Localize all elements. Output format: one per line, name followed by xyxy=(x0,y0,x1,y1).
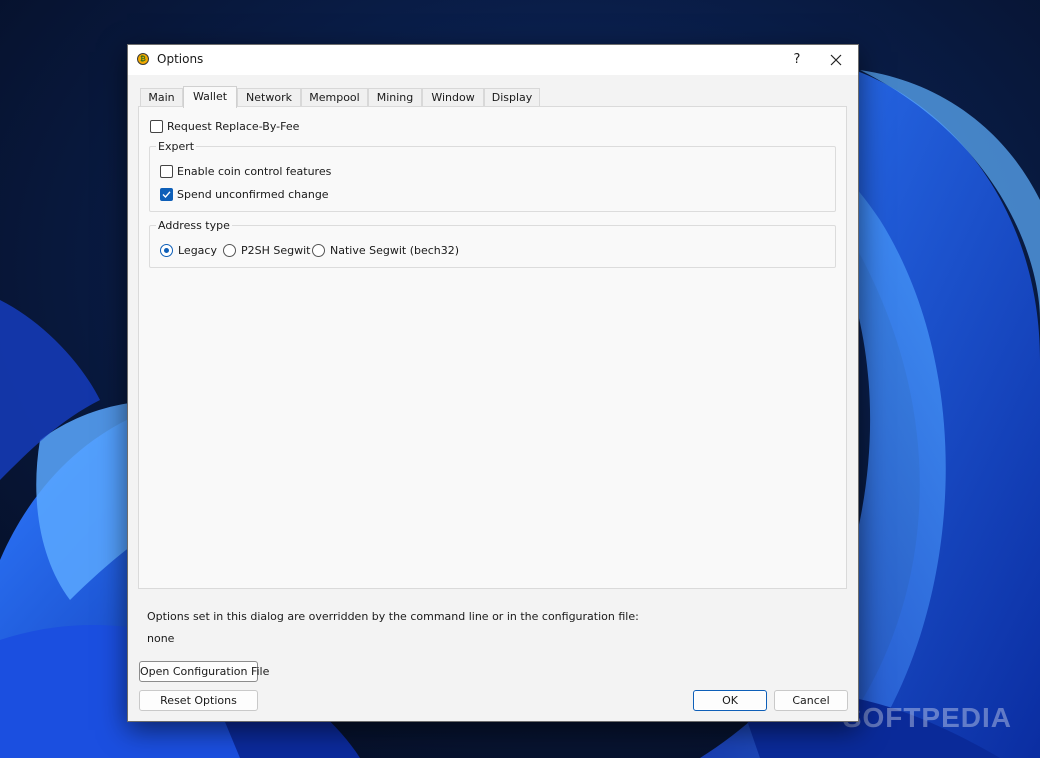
rbf-checkbox[interactable] xyxy=(150,120,163,133)
window-title: Options xyxy=(157,52,204,66)
tab-window[interactable]: Window xyxy=(422,88,484,107)
radio-legacy-label[interactable]: Legacy xyxy=(178,244,217,257)
spend-unconfirmed-checkbox[interactable] xyxy=(160,188,173,201)
rbf-label[interactable]: Request Replace-By-Fee xyxy=(167,120,299,133)
ok-button[interactable]: OK xyxy=(693,690,767,711)
override-value: none xyxy=(147,632,175,645)
tab-display[interactable]: Display xyxy=(484,88,540,107)
tab-network[interactable]: Network xyxy=(237,88,301,107)
checkmark-icon xyxy=(162,191,171,199)
radio-legacy[interactable] xyxy=(160,244,173,257)
tab-mining[interactable]: Mining xyxy=(368,88,422,107)
wallet-tab-page: Request Replace-By-Fee Expert Enable coi… xyxy=(138,106,847,589)
override-info-text: Options set in this dialog are overridde… xyxy=(147,610,639,623)
title-bar: ₿ Options ? xyxy=(128,45,858,75)
bitcoin-coin-icon: ₿ xyxy=(137,53,149,65)
tab-mempool[interactable]: Mempool xyxy=(301,88,368,107)
expert-group xyxy=(149,146,836,212)
open-configuration-file-button[interactable]: Open Configuration File xyxy=(139,661,269,682)
tab-main[interactable]: Main xyxy=(140,88,183,107)
close-button[interactable] xyxy=(820,45,852,75)
close-icon xyxy=(830,54,842,66)
address-type-group-title: Address type xyxy=(156,219,232,232)
cancel-button[interactable]: Cancel xyxy=(774,690,848,711)
options-dialog: ₿ Options ? Main Wallet Network Mempool … xyxy=(127,44,859,722)
help-button[interactable]: ? xyxy=(782,45,812,75)
radio-native-segwit-label[interactable]: Native Segwit (bech32) xyxy=(330,244,459,257)
expert-group-title: Expert xyxy=(156,140,197,153)
radio-p2sh-segwit[interactable] xyxy=(223,244,236,257)
coin-control-label[interactable]: Enable coin control features xyxy=(177,165,331,178)
spend-unconfirmed-label[interactable]: Spend unconfirmed change xyxy=(177,188,329,201)
radio-p2sh-segwit-label[interactable]: P2SH Segwit xyxy=(241,244,310,257)
radio-native-segwit[interactable] xyxy=(312,244,325,257)
coin-control-checkbox[interactable] xyxy=(160,165,173,178)
softpedia-watermark: SOFTPEDIA xyxy=(842,702,1012,733)
tab-wallet[interactable]: Wallet xyxy=(183,86,237,108)
reset-options-button[interactable]: Reset Options xyxy=(139,690,258,711)
